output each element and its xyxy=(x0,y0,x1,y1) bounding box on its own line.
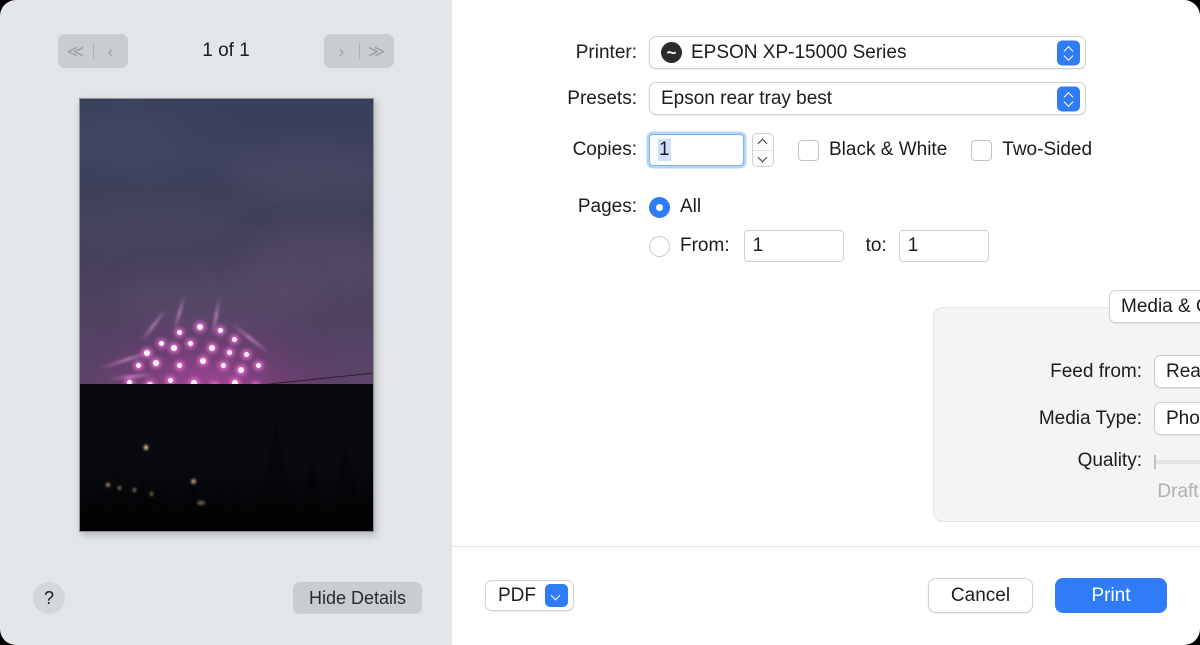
nav-previous-group[interactable]: ≪ ‹ xyxy=(58,34,128,68)
pages-from-value: 1 xyxy=(753,235,764,257)
media-and-quality-section: Media & Quality Feed from: Rear Tray Med… xyxy=(902,285,1200,525)
firework-spark xyxy=(197,324,203,330)
previous-page-icon[interactable]: ‹ xyxy=(94,34,128,68)
chevron-down-icon[interactable] xyxy=(545,584,568,607)
firework-spark xyxy=(177,363,182,368)
printer-label: Printer: xyxy=(452,42,649,64)
section-value: Media & Quality xyxy=(1121,296,1200,318)
pages-from-input[interactable]: 1 xyxy=(744,230,844,262)
footer-divider xyxy=(452,546,1200,547)
page-indicator: 1 of 1 xyxy=(128,34,324,68)
firework-spark xyxy=(168,378,173,383)
pages-to-label: to: xyxy=(866,235,887,257)
page-navigation-bar: ≪ ‹ 1 of 1 › ≫ xyxy=(0,34,452,70)
quality-row: Quality: xyxy=(902,449,1200,473)
print-dialog: ≪ ‹ 1 of 1 › ≫ xyxy=(0,0,1200,645)
pages-all-radio[interactable]: All xyxy=(649,196,701,218)
hide-details-button[interactable]: Hide Details xyxy=(293,582,422,614)
pages-to-input[interactable]: 1 xyxy=(899,230,989,262)
printer-status-icon: ~ xyxy=(661,42,682,63)
radio-button[interactable] xyxy=(649,236,670,257)
firework-spark xyxy=(177,330,182,335)
pages-range-row: From: 1 to: 1 xyxy=(452,230,1200,262)
firework-spark xyxy=(136,363,141,368)
firework-spark xyxy=(221,363,226,368)
firework-spark xyxy=(159,341,164,346)
print-options-pane: Printer: ~ EPSON XP-15000 Series Presets… xyxy=(452,0,1200,645)
next-page-icon[interactable]: › xyxy=(325,34,359,68)
copies-row: Copies: 1 Black & White Two-Sided xyxy=(452,133,1200,167)
stepper-increment[interactable] xyxy=(753,134,773,150)
first-page-icon[interactable]: ≪ xyxy=(59,34,93,68)
two-sided-label: Two-Sided xyxy=(1002,139,1092,161)
pages-range-radio[interactable]: From: xyxy=(649,235,730,257)
help-button[interactable]: ? xyxy=(33,582,65,614)
slider-track[interactable] xyxy=(1154,460,1200,464)
media-type-label: Media Type: xyxy=(902,408,1154,430)
firework-spark xyxy=(227,350,232,355)
pages-all-label: All xyxy=(680,196,701,218)
stepper-decrement[interactable] xyxy=(753,150,773,167)
printer-select[interactable]: ~ EPSON XP-15000 Series xyxy=(649,36,1086,69)
radio-button[interactable] xyxy=(649,197,670,218)
print-preview-pane: ≪ ‹ 1 of 1 › ≫ xyxy=(0,0,452,645)
copies-value: 1 xyxy=(658,139,671,161)
feed-from-row: Feed from: Rear Tray xyxy=(902,355,1200,388)
nav-next-group[interactable]: › ≫ xyxy=(324,34,394,68)
chevron-updown-icon[interactable] xyxy=(1057,40,1080,65)
feed-from-select[interactable]: Rear Tray xyxy=(1154,355,1200,388)
media-type-row: Media Type: Photo Glossy Paper xyxy=(902,402,1200,435)
firework-spark xyxy=(256,363,261,368)
black-and-white-checkbox[interactable]: Black & White xyxy=(798,139,947,161)
presets-select[interactable]: Epson rear tray best xyxy=(649,82,1086,115)
firework-spark xyxy=(218,328,223,333)
print-button[interactable]: Print xyxy=(1055,578,1167,613)
pages-label: Pages: xyxy=(452,196,649,218)
checkbox-box[interactable] xyxy=(971,140,992,161)
quality-label-draft: Draft xyxy=(1128,481,1200,503)
firework-spark xyxy=(244,352,249,357)
quality-label: Quality: xyxy=(902,450,1154,472)
slider-tick-draft xyxy=(1154,455,1156,469)
presets-label: Presets: xyxy=(452,88,649,110)
pages-to-value: 1 xyxy=(908,235,919,257)
chevron-updown-icon[interactable] xyxy=(1057,86,1080,111)
quality-slider[interactable] xyxy=(1154,449,1200,473)
printer-value: EPSON XP-15000 Series xyxy=(691,42,906,64)
media-type-value: Photo Glossy Paper xyxy=(1166,408,1200,430)
presets-row: Presets: Epson rear tray best xyxy=(452,82,1200,115)
pages-all-row: Pages: All xyxy=(452,196,1200,218)
foreground-shadow xyxy=(80,462,373,531)
copies-stepper[interactable] xyxy=(752,133,774,167)
two-sided-checkbox[interactable]: Two-Sided xyxy=(971,139,1092,161)
section-select[interactable]: Media & Quality xyxy=(1109,290,1200,323)
pdf-label: PDF xyxy=(498,585,536,607)
last-page-icon[interactable]: ≫ xyxy=(360,34,394,68)
cancel-button[interactable]: Cancel xyxy=(928,578,1033,613)
media-type-select[interactable]: Photo Glossy Paper xyxy=(1154,402,1200,435)
feed-from-label: Feed from: xyxy=(902,361,1154,383)
presets-value: Epson rear tray best xyxy=(661,88,832,110)
quality-scale-labels: Draft Normal Best xyxy=(1154,481,1200,507)
black-and-white-label: Black & White xyxy=(829,139,947,161)
copies-input[interactable]: 1 xyxy=(649,134,744,166)
pdf-menu-button[interactable]: PDF xyxy=(485,580,574,611)
pages-from-label: From: xyxy=(680,235,730,257)
printer-row: Printer: ~ EPSON XP-15000 Series xyxy=(452,36,1200,69)
feed-from-value: Rear Tray xyxy=(1166,361,1200,383)
checkbox-box[interactable] xyxy=(798,140,819,161)
document-preview-image xyxy=(79,98,374,532)
copies-label: Copies: xyxy=(452,139,649,161)
